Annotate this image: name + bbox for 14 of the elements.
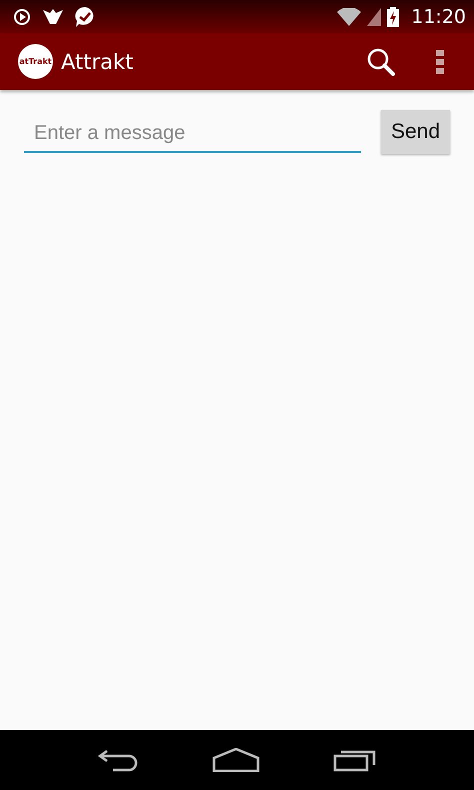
chat-check-icon [74,6,96,28]
home-icon[interactable] [212,748,260,772]
back-icon[interactable] [96,748,139,772]
app-logo[interactable]: atTrakt [18,44,53,79]
battery-charging-icon [387,6,400,26]
recent-apps-icon[interactable] [333,748,378,772]
wifi-icon [337,8,362,26]
send-button[interactable]: Send [380,110,450,154]
app-title: Attrakt [61,50,134,74]
signal-icon [367,8,382,26]
overflow-menu-icon[interactable] [436,50,444,74]
clock-time: 11:20 [411,6,466,28]
message-input-field[interactable]: Enter a message [24,116,361,152]
search-icon[interactable] [366,46,396,76]
